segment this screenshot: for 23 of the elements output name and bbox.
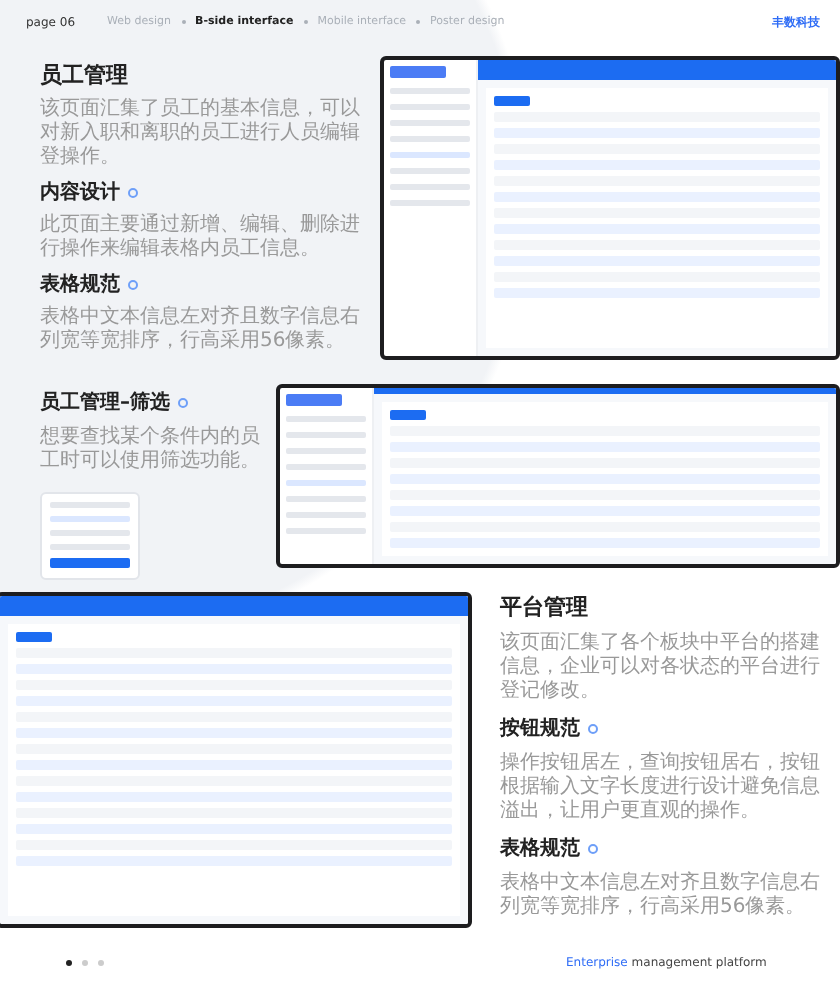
section-description: 此页面主要通过新增、编辑、删除进行操作来编辑表格内员工信息。: [40, 214, 362, 262]
page-dot[interactable]: [82, 959, 88, 965]
section-description: 该页面汇集了各个板块中平台的搭建信息，企业可以对各状态的平台进行登记修改。: [500, 632, 820, 704]
section-heading: 内容设计: [40, 178, 120, 206]
page-dot[interactable]: [98, 959, 104, 965]
dropdown-drawing: [40, 492, 140, 580]
section-heading: 员工管理–筛选: [40, 389, 170, 416]
section-description: 操作按钮居左，查询按钮居右，按钮根据输入文字长度进行设计避免信息溢出，让用户更直观的操作。: [500, 752, 820, 824]
ring-icon: [128, 187, 138, 197]
section-description: 该页面汇集了员工的基本信息，可以对新入职和离职的员工进行人员编辑登操作。: [40, 98, 362, 170]
section-title: 员工管理: [40, 60, 130, 90]
section-description: 想要查找某个条件内的员工时可以使用筛选功能。: [40, 426, 260, 474]
section-heading: 表格规范: [40, 271, 120, 298]
ring-icon: [128, 279, 138, 289]
section-title: 平台管理: [500, 592, 590, 622]
ring-icon: [178, 397, 188, 407]
page-dot[interactable]: [66, 959, 72, 965]
section-description: 表格中文本信息左对齐且数字信息右列宽等宽排序，行高采用56像素。: [500, 872, 820, 920]
ring-icon: [588, 723, 598, 733]
section-description: 表格中文本信息左对齐且数字信息右列宽等宽排序，行高采用56像素。: [40, 306, 362, 354]
section-heading: 表格规范: [500, 835, 580, 862]
ring-icon: [588, 843, 598, 853]
section-heading: 按钮规范: [500, 715, 580, 742]
